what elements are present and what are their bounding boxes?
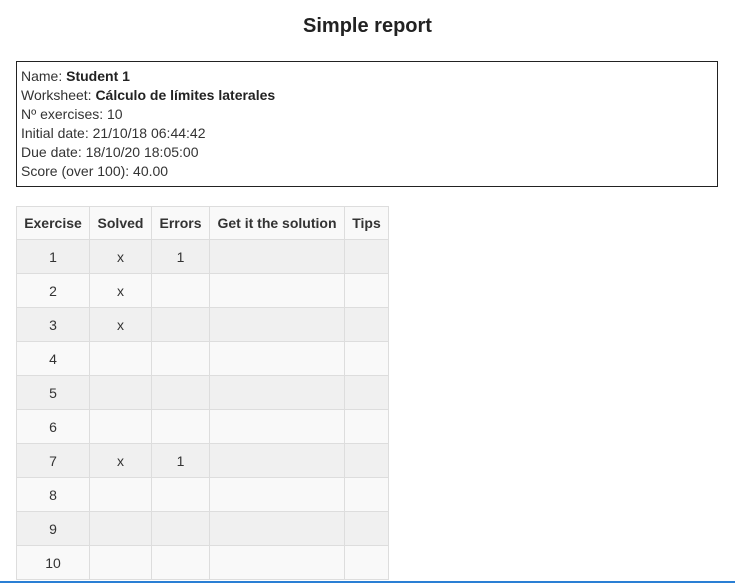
cell-solved — [89, 409, 152, 444]
cell-errors — [151, 409, 210, 444]
header-tips: Tips — [344, 206, 389, 240]
worksheet-line: Worksheet: Cálculo de límites laterales — [21, 86, 713, 105]
initial-date: Initial date: 21/10/18 06:44:42 — [21, 125, 206, 141]
header-errors: Errors — [151, 206, 210, 240]
table-row: 2x — [16, 273, 389, 308]
table-row: 3x — [16, 307, 389, 342]
cell-exercise: 8 — [16, 477, 90, 512]
cell-tips — [344, 545, 389, 580]
table-row: 1x1 — [16, 239, 389, 274]
student-name-label: Name: — [21, 68, 67, 84]
cell-tips — [344, 273, 389, 308]
exercise-report-table: Exercise Solved Errors Get it the soluti… — [16, 206, 389, 580]
cell-solved — [89, 375, 152, 410]
cell-get-solution — [209, 375, 345, 410]
cell-solved: x — [89, 307, 152, 342]
cell-exercise: 9 — [16, 511, 90, 546]
cell-errors: 1 — [151, 239, 210, 274]
cell-get-solution — [209, 477, 345, 512]
cell-exercise: 10 — [16, 545, 90, 580]
worksheet-value: Cálculo de límites laterales — [95, 87, 276, 103]
cell-tips — [344, 375, 389, 410]
cell-get-solution — [209, 409, 345, 444]
page-title: Simple report — [303, 15, 432, 37]
cell-errors: 1 — [151, 443, 210, 478]
cell-tips — [344, 239, 389, 274]
report-page: Simple report Name: Student 1 Worksheet:… — [0, 0, 735, 583]
score: Score (over 100): 40.00 — [21, 163, 169, 179]
table-header-row: Exercise Solved Errors Get it the soluti… — [16, 206, 389, 240]
cell-tips — [344, 477, 389, 512]
cell-tips — [344, 443, 389, 478]
cell-get-solution — [209, 307, 345, 342]
cell-exercise: 3 — [16, 307, 90, 342]
cell-tips — [344, 511, 389, 546]
cell-exercise: 5 — [16, 375, 90, 410]
table-row: 4 — [16, 341, 389, 376]
cell-get-solution — [209, 511, 345, 546]
student-name-value: Student 1 — [66, 68, 130, 84]
cell-exercise: 6 — [16, 409, 90, 444]
cell-errors — [151, 273, 210, 308]
cell-exercise: 7 — [16, 443, 90, 478]
worksheet-label: Worksheet: — [21, 87, 96, 103]
student-info-box: Name: Student 1 Worksheet: Cálculo de lí… — [16, 61, 718, 187]
cell-solved: x — [89, 273, 152, 308]
cell-solved: x — [89, 239, 152, 274]
student-name-line: Name: Student 1 — [21, 67, 713, 86]
cell-exercise: 1 — [16, 239, 90, 274]
table-body: 1 x 1 2 x 3 x 4 5 6 7 x 1 8 9 10 — [16, 239, 389, 580]
header-exercise: Exercise — [16, 206, 90, 240]
table-row: 7x1 — [16, 443, 389, 478]
cell-exercise: 2 — [16, 273, 90, 308]
table-row: 10 — [16, 545, 389, 580]
cell-get-solution — [209, 443, 345, 478]
cell-errors — [151, 375, 210, 410]
header-solved: Solved — [89, 206, 152, 240]
cell-tips — [344, 409, 389, 444]
cell-solved — [89, 477, 152, 512]
table-row: 9 — [16, 511, 389, 546]
cell-get-solution — [209, 239, 345, 274]
due-date: Due date: 18/10/20 18:05:00 — [21, 144, 199, 160]
cell-get-solution — [209, 273, 345, 308]
table-row: 5 — [16, 375, 389, 410]
cell-get-solution — [209, 341, 345, 376]
exercise-count: Nº exercises: 10 — [21, 106, 123, 122]
cell-errors — [151, 511, 210, 546]
cell-solved — [89, 545, 152, 580]
cell-get-solution — [209, 545, 345, 580]
cell-errors — [151, 477, 210, 512]
cell-tips — [344, 307, 389, 342]
table-row: 8 — [16, 477, 389, 512]
cell-solved — [89, 341, 152, 376]
table-row: 6 — [16, 409, 389, 444]
cell-errors — [151, 307, 210, 342]
header-get-solution: Get it the solution — [209, 206, 345, 240]
cell-tips — [344, 341, 389, 376]
cell-errors — [151, 341, 210, 376]
cell-errors — [151, 545, 210, 580]
cell-exercise: 4 — [16, 341, 90, 376]
cell-solved — [89, 511, 152, 546]
cell-solved: x — [89, 443, 152, 478]
